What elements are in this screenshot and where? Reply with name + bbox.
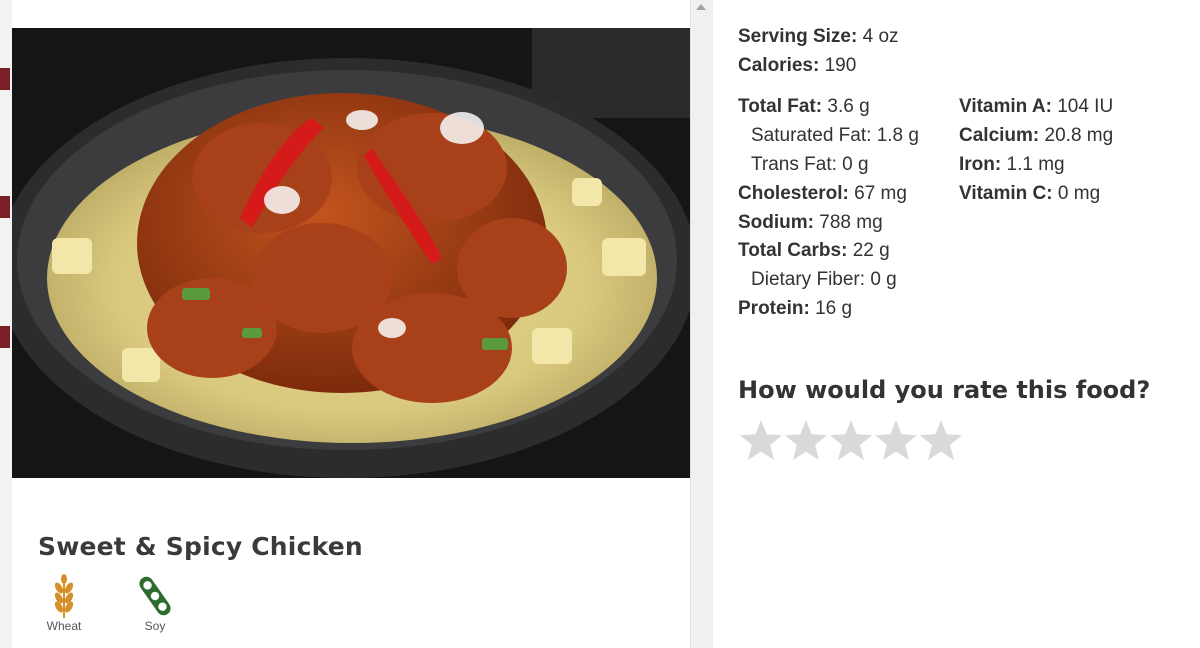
serving-size-label: Serving Size:	[738, 26, 858, 47]
nutrient-value: 3.6 g	[827, 96, 870, 117]
allergen-wheat: Wheat	[34, 574, 94, 633]
cholesterol-row: Cholesterol: 67 mg	[738, 183, 907, 205]
background-mark	[0, 196, 10, 218]
vitamin-c-row: Vitamin C: 0 mg	[959, 183, 1100, 205]
nutrient-value: 0 g	[870, 269, 897, 290]
protein-row: Protein: 16 g	[738, 298, 852, 320]
background-mark	[0, 68, 10, 90]
calories-label: Calories:	[738, 55, 820, 76]
rating-prompt: How would you rate this food?	[738, 376, 1151, 404]
nutrient-label: Vitamin C:	[959, 183, 1053, 204]
calories-value: 190	[824, 55, 857, 76]
nutrient-label: Calcium:	[959, 125, 1040, 146]
dietary-fiber-row: Dietary Fiber: 0 g	[738, 269, 897, 291]
calories-row: Calories: 190	[738, 55, 856, 77]
food-title: Sweet & Spicy Chicken	[38, 532, 363, 561]
scrollbar[interactable]	[690, 0, 713, 648]
nutrient-value: 104 IU	[1057, 96, 1114, 117]
background-page-edge	[0, 0, 12, 648]
nutrient-value: 22 g	[852, 240, 890, 261]
wheat-icon	[54, 574, 74, 618]
nutrient-label: Saturated Fat:	[751, 125, 872, 146]
nutrient-label: Trans Fat:	[751, 154, 837, 175]
saturated-fat-row: Saturated Fat: 1.8 g	[738, 125, 919, 147]
calcium-row: Calcium: 20.8 mg	[959, 125, 1113, 147]
vitamin-a-row: Vitamin A: 104 IU	[959, 96, 1113, 118]
total-carbs-row: Total Carbs: 22 g	[738, 240, 890, 262]
nutrient-label: Sodium:	[738, 212, 814, 233]
nutrient-value: 1.8 g	[876, 125, 919, 146]
nutrient-value: 16 g	[815, 298, 853, 319]
nutrient-label: Protein:	[738, 298, 810, 319]
trans-fat-row: Trans Fat: 0 g	[738, 154, 869, 176]
scroll-up-arrow-icon[interactable]	[696, 4, 706, 10]
nutrient-value: 0 mg	[1057, 183, 1101, 204]
nutrient-value: 20.8 mg	[1044, 125, 1114, 146]
nutrient-label: Vitamin A:	[959, 96, 1052, 117]
serving-size-value: 4 oz	[862, 26, 899, 47]
nutrient-label: Dietary Fiber:	[751, 269, 866, 290]
nutrient-label: Total Fat:	[738, 96, 823, 117]
food-detail-panel: Sweet & Spicy Chicken Wheat Soy	[12, 0, 690, 648]
nutrient-label: Cholesterol:	[738, 183, 849, 204]
allergen-label: Wheat	[46, 619, 82, 633]
iron-row: Iron: 1.1 mg	[959, 154, 1065, 176]
star-2-icon[interactable]	[783, 418, 829, 464]
star-1-icon[interactable]	[738, 418, 784, 464]
nutrient-value: 788 mg	[819, 212, 883, 233]
soy-icon	[139, 576, 171, 616]
total-fat-row: Total Fat: 3.6 g	[738, 96, 870, 118]
nutrient-value: 1.1 mg	[1006, 154, 1065, 175]
star-5-icon[interactable]	[918, 418, 964, 464]
background-mark	[0, 326, 10, 348]
sodium-row: Sodium: 788 mg	[738, 212, 883, 234]
nutrient-label: Total Carbs:	[738, 240, 848, 261]
allergen-label: Soy	[144, 619, 166, 633]
star-3-icon[interactable]	[828, 418, 874, 464]
nutrient-value: 67 mg	[854, 183, 907, 204]
allergen-soy: Soy	[125, 574, 185, 633]
serving-size-row: Serving Size: 4 oz	[738, 26, 899, 48]
nutrient-label: Iron:	[959, 154, 1002, 175]
star-4-icon[interactable]	[873, 418, 919, 464]
nutrient-value: 0 g	[842, 154, 869, 175]
food-photo	[12, 28, 690, 478]
